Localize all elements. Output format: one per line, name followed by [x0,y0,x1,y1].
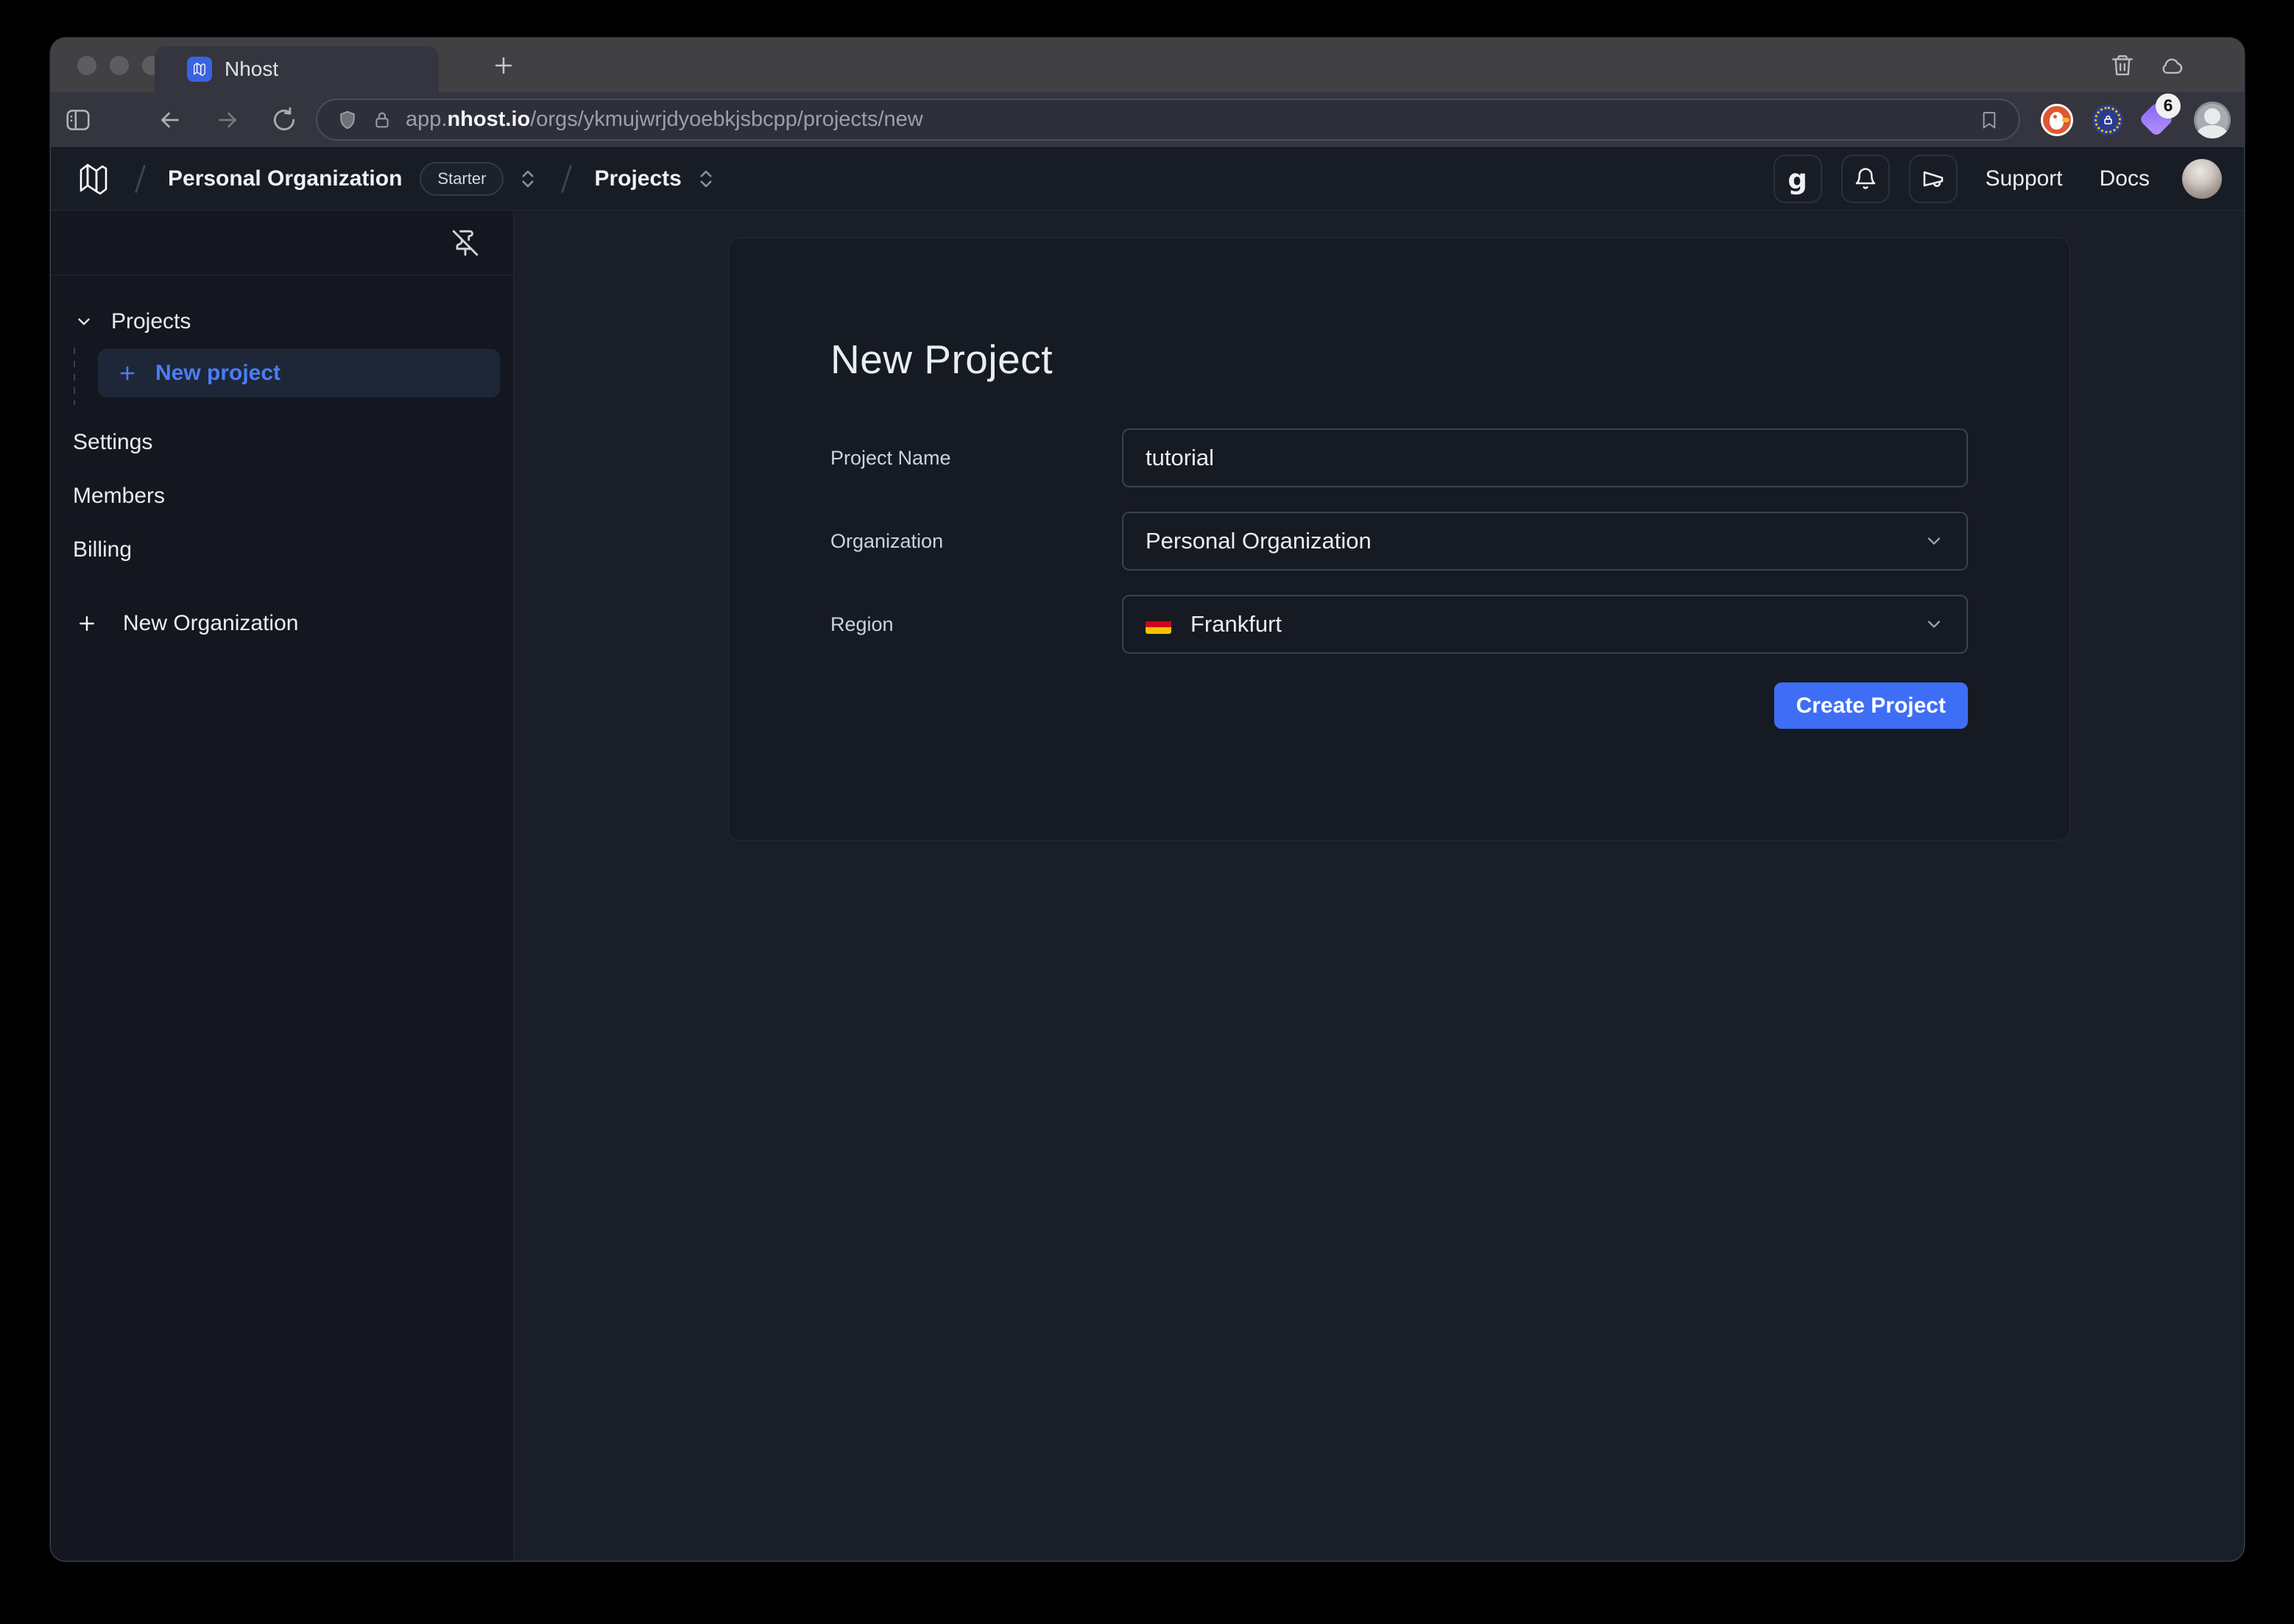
region-row: Region Frankfurt [830,595,1968,654]
nhost-favicon [187,57,212,82]
nhost-app: Personal Organization Starter Projects g [51,147,2244,1561]
browser-tab-nhost[interactable]: Nhost [155,46,439,92]
close-window-button[interactable] [77,56,96,75]
url-host: nhost.io [447,107,530,131]
organization-select[interactable]: Personal Organization [1122,512,1968,571]
app-header: Personal Organization Starter Projects g [51,148,2244,211]
feedback-button[interactable]: g [1774,155,1822,203]
cloud-icon[interactable] [2157,53,2185,78]
duckduckgo-extension-icon[interactable] [2041,104,2073,136]
tab-bar-actions [2110,38,2185,92]
nhost-logo-icon[interactable] [74,158,113,200]
organization-value: Personal Organization [1146,528,1372,554]
sidebar-item-members[interactable]: Members [51,469,513,523]
url-path: /orgs/ykmujwrjdyoebkjsbcpp/projects/new [530,107,923,131]
new-project-label: New project [155,361,280,386]
project-name-label: Project Name [830,447,1122,470]
sidebar-toggle-icon[interactable] [63,106,93,134]
plus-icon [117,363,138,384]
chevron-down-icon [74,312,93,331]
project-name-row: Project Name tutorial [830,428,1968,487]
graphite-icon: g [1787,166,1807,193]
breadcrumb-separator [561,165,572,194]
plus-icon [76,612,98,635]
tracking-shield-icon[interactable] [336,108,359,132]
region-label: Region [830,613,1122,636]
browser-profile-avatar[interactable] [2194,102,2231,138]
privacy-extension-icon[interactable] [2092,105,2123,135]
bookmark-icon[interactable] [1979,109,2000,131]
sidebar-tree: New project [51,349,513,398]
project-name-input[interactable]: tutorial [1122,428,1968,487]
main-content: New Project Project Name tutorial Organi… [514,211,2244,1561]
section-switcher-chevrons-icon[interactable] [695,166,717,191]
extension-icons: 6 [2041,102,2231,138]
chevron-down-icon [1924,531,1944,551]
new-project-panel: New Project Project Name tutorial Organi… [728,238,2070,841]
germany-flag-icon [1146,615,1171,634]
sidebar: Projects New project Settings Members Bi… [51,211,514,1561]
breadcrumb-section[interactable]: Projects [594,166,681,191]
sidebar-item-settings[interactable]: Settings [51,415,513,469]
minimize-window-button[interactable] [110,56,129,75]
chevron-down-icon [1924,614,1944,635]
window-controls [77,38,161,92]
header-actions: g [1774,155,2222,203]
user-avatar[interactable] [2182,159,2222,199]
sidebar-group-projects[interactable]: Projects [51,305,513,339]
trash-icon[interactable] [2110,53,2135,78]
bell-icon [1852,165,1879,193]
browser-tab-bar: Nhost [51,38,2244,92]
region-select[interactable]: Frankfurt [1122,595,1968,654]
sidebar-group-label: Projects [111,309,191,334]
url-text: app.nhost.io/orgs/ykmujwrjdyoebkjsbcpp/p… [406,107,1966,132]
extension-icon-with-badge[interactable]: 6 [2142,104,2175,136]
notifications-button[interactable] [1841,155,1890,203]
back-button[interactable] [155,107,185,133]
lock-icon [372,109,392,131]
new-organization-label: New Organization [123,611,298,636]
forward-button[interactable] [213,107,242,133]
announcements-button[interactable] [1909,155,1958,203]
sidebar-item-new-organization[interactable]: New Organization [51,601,513,646]
reload-button[interactable] [270,106,298,134]
organization-row: Organization Personal Organization [830,512,1968,571]
tab-title: Nhost [225,57,278,81]
docs-link[interactable]: Docs [2091,166,2159,191]
megaphone-icon [1919,166,1947,192]
breadcrumb-org-name[interactable]: Personal Organization [168,166,402,191]
browser-toolbar: app.nhost.io/orgs/ykmujwrjdyoebkjsbcpp/p… [51,92,2244,147]
create-project-button[interactable]: Create Project [1774,682,1968,729]
new-tab-button[interactable] [491,38,516,92]
browser-window: Nhost [51,38,2244,1561]
support-link[interactable]: Support [1977,166,2072,191]
breadcrumb-separator [135,165,146,194]
form-actions: Create Project [830,682,1968,729]
plan-badge: Starter [420,162,504,196]
sidebar-item-new-project[interactable]: New project [98,349,500,398]
project-name-value: tutorial [1146,445,1214,471]
address-bar[interactable]: app.nhost.io/orgs/ykmujwrjdyoebkjsbcpp/p… [316,99,2020,141]
sidebar-header [51,211,513,275]
unpin-sidebar-icon[interactable] [451,229,479,257]
app-body: Projects New project Settings Members Bi… [51,211,2244,1561]
page-title: New Project [830,336,1968,383]
sidebar-item-billing[interactable]: Billing [51,523,513,576]
region-value: Frankfurt [1190,611,1282,638]
extension-badge-count: 6 [2156,93,2181,119]
url-subdomain: app. [406,107,447,131]
organization-label: Organization [830,530,1122,553]
desktop-background: Nhost [0,0,2294,1624]
org-switcher-chevrons-icon[interactable] [517,166,539,191]
